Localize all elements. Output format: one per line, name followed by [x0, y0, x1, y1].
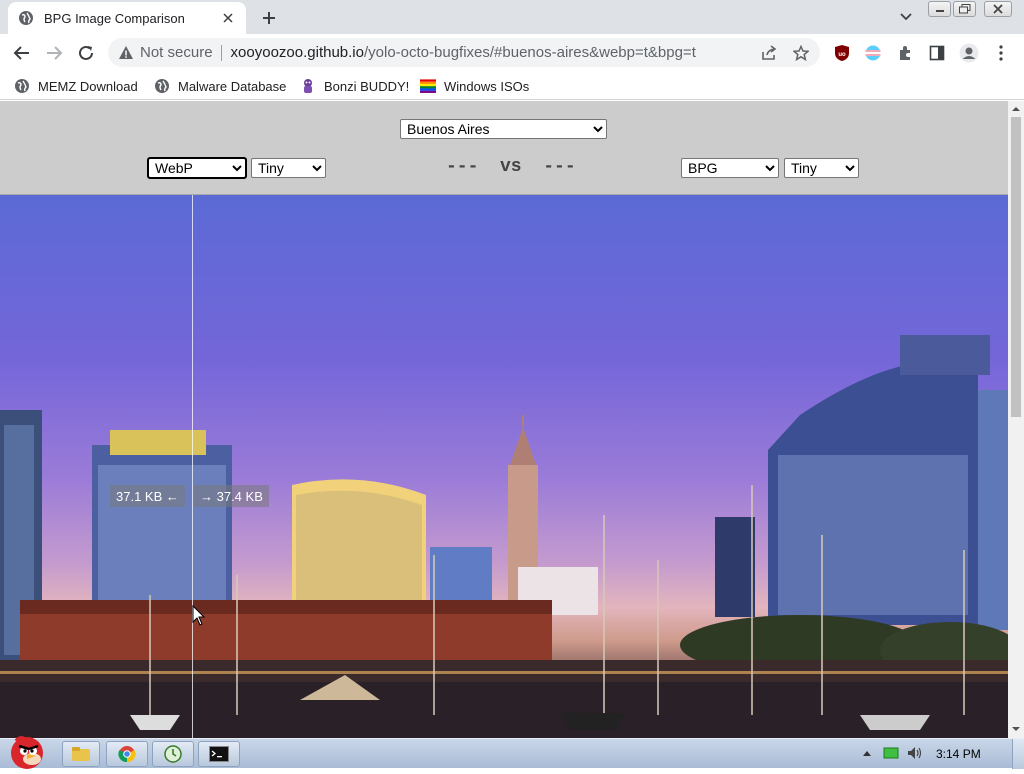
bonzi-icon: [300, 78, 316, 94]
network-icon[interactable]: [882, 745, 900, 761]
forward-button[interactable]: [42, 42, 66, 64]
page-scrollbar[interactable]: [1008, 101, 1024, 738]
bookmark-windows-isos[interactable]: Windows ISOs: [420, 76, 529, 96]
taskbar-chrome[interactable]: [106, 741, 148, 767]
omnibox-divider: [220, 44, 222, 61]
bookmark-bonzi-buddy[interactable]: Bonzi BUDDY!: [300, 76, 409, 96]
tray-expand-icon[interactable]: [860, 745, 874, 761]
start-button-angry-bird[interactable]: [2, 733, 52, 769]
comparison-divider[interactable]: [192, 195, 193, 738]
trans-flag-extension-icon[interactable]: [862, 42, 884, 64]
globe-icon: [154, 78, 170, 94]
close-tab-icon[interactable]: [220, 10, 236, 26]
browser-toolbar: Not secure xooyoozoo.github.io/yolo-octo…: [0, 34, 1024, 72]
taskbar-cmd[interactable]: [198, 741, 240, 767]
reload-button[interactable]: [74, 42, 98, 64]
right-size-select[interactable]: Tiny: [784, 158, 859, 178]
left-filesize-label: 37.1 KB ←: [110, 485, 185, 507]
show-desktop-button[interactable]: [1012, 739, 1024, 769]
address-bar[interactable]: Not secure xooyoozoo.github.io/yolo-octo…: [108, 38, 820, 67]
profile-avatar[interactable]: [958, 42, 980, 64]
comparison-image[interactable]: 37.1 KB ← → 37.4 KB: [0, 195, 1008, 738]
bookmark-label: Bonzi BUDDY!: [324, 78, 410, 94]
volume-icon[interactable]: [906, 745, 924, 761]
taskbar-app-clock[interactable]: [152, 741, 194, 767]
bookmark-label: Malware Database: [178, 78, 287, 94]
restore-button[interactable]: [953, 1, 976, 17]
vs-label: --- vs ---: [446, 157, 576, 177]
tab-title: BPG Image Comparison: [44, 10, 185, 26]
globe-icon: [18, 10, 34, 26]
url-text[interactable]: xooyoozoo.github.io/yolo-octo-bugfixes/#…: [231, 44, 696, 61]
image-select[interactable]: Buenos Aires: [400, 119, 607, 139]
browser-tab[interactable]: BPG Image Comparison: [8, 2, 246, 34]
comparison-controls: Buenos Aires WebP Tiny --- vs --- BPG Ti…: [0, 101, 1008, 195]
url-path: /yolo-octo-bugfixes/#buenos-aires&webp=t…: [363, 44, 696, 61]
left-size-select[interactable]: Tiny: [251, 158, 326, 178]
taskbar-explorer[interactable]: [62, 741, 100, 767]
scroll-down-icon[interactable]: [1008, 723, 1024, 735]
globe-icon: [14, 78, 30, 94]
minimize-button[interactable]: [928, 1, 951, 17]
new-tab-button[interactable]: [258, 7, 280, 29]
back-button[interactable]: [10, 42, 34, 64]
buenos-aires-skyline: [0, 335, 1008, 738]
bookmark-star-icon[interactable]: [790, 42, 812, 64]
taskbar-clock[interactable]: 3:14 PM: [936, 747, 981, 761]
rainbow-flag-icon: [420, 78, 436, 94]
side-panel-icon[interactable]: [926, 42, 948, 64]
url-host: xooyoozoo.github.io: [230, 44, 364, 61]
right-codec-select[interactable]: BPG: [681, 158, 779, 178]
left-codec-select[interactable]: WebP: [147, 157, 247, 179]
windows-taskbar: 3:14 PM: [0, 736, 1024, 769]
tab-search-icon[interactable]: [896, 8, 916, 26]
scroll-up-icon[interactable]: [1008, 103, 1024, 115]
tab-strip: BPG Image Comparison: [0, 0, 1024, 34]
bookmark-label: Windows ISOs: [444, 78, 530, 94]
ublock-icon[interactable]: uo: [831, 42, 853, 64]
bookmarks-bar: MEMZ Download Malware Database Bonzi BUD…: [0, 72, 1024, 100]
mouse-cursor-icon: [192, 605, 206, 626]
share-icon[interactable]: [758, 42, 780, 64]
warning-icon[interactable]: [118, 45, 134, 61]
svg-text:uo: uo: [838, 52, 846, 58]
scrollbar-thumb[interactable]: [1011, 117, 1021, 417]
bookmark-label: MEMZ Download: [38, 78, 138, 94]
bookmark-memz-download[interactable]: MEMZ Download: [14, 76, 138, 96]
menu-kebab-icon[interactable]: [990, 42, 1012, 64]
bookmark-malware-database[interactable]: Malware Database: [154, 76, 286, 96]
close-window-button[interactable]: [984, 1, 1012, 17]
right-filesize-label: → 37.4 KB: [194, 485, 269, 507]
extensions-puzzle-icon[interactable]: [894, 42, 916, 64]
security-label[interactable]: Not secure: [140, 44, 213, 61]
page-content: Buenos Aires WebP Tiny --- vs --- BPG Ti…: [0, 101, 1008, 738]
